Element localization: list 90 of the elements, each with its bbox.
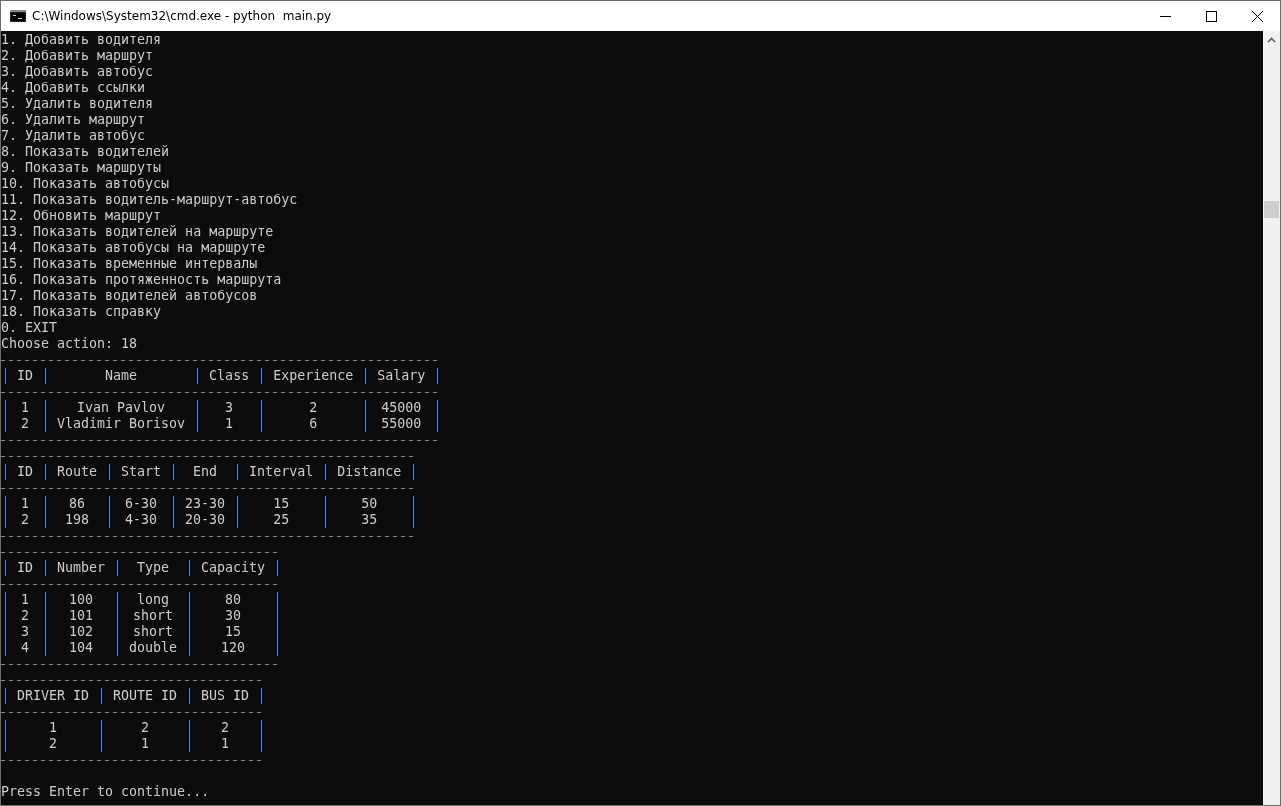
menu-option-text: 15. Показать временные интервалы xyxy=(1,256,258,272)
menu-option-text: 3. Добавить автобус xyxy=(1,64,154,80)
scrollbar[interactable] xyxy=(1263,31,1280,805)
table-cell: double xyxy=(129,640,178,656)
menu-option-text: 8. Показать водителей xyxy=(1,144,170,160)
menu-option-text: 17. Показать водителей автобусов xyxy=(1,288,258,304)
terminal-icon xyxy=(10,10,26,22)
table-cell: 2 xyxy=(309,400,318,416)
table-cell: 198 xyxy=(65,512,90,528)
column-header: End xyxy=(193,464,218,480)
column-header: Distance xyxy=(337,464,402,480)
table-cell: 3 xyxy=(225,400,234,416)
column-header: Salary xyxy=(377,368,426,384)
menu-option-text: 6. Удалить маршрут xyxy=(1,112,146,128)
window-title: C:\Windows\System32\cmd.exe - python main.py xyxy=(32,9,332,23)
table-cell: Ivan Pavlov xyxy=(77,400,166,416)
column-header: ROUTE ID xyxy=(113,688,178,704)
table-cell: long xyxy=(137,592,170,608)
maximize-icon[interactable] xyxy=(1205,10,1217,22)
menu-option-text: 18. Показать справку xyxy=(1,304,162,320)
table-cell: 35 xyxy=(361,512,378,528)
menu-option-text: 16. Показать протяженность маршрута xyxy=(1,272,282,288)
column-header: ID xyxy=(17,464,33,480)
continue-prompt-text: Press Enter to continue... xyxy=(1,784,210,800)
table-cell: 1 xyxy=(21,592,29,608)
table-cell: 2 xyxy=(21,512,29,528)
table-cell: 1 xyxy=(21,400,29,416)
column-header: ID xyxy=(17,560,33,576)
table-cell: 101 xyxy=(69,608,94,624)
close-icon[interactable] xyxy=(1251,10,1263,22)
menu-option-text: 0. EXIT xyxy=(1,320,58,336)
column-header: Start xyxy=(121,464,162,480)
table-cell: 25 xyxy=(273,512,290,528)
column-header: Interval xyxy=(249,464,314,480)
table-cell: 45000 xyxy=(381,400,422,416)
table-cell: 2 xyxy=(141,720,150,736)
table-cell: 2 xyxy=(21,416,29,432)
table-cell: 15 xyxy=(273,496,290,512)
menu-option-text: 14. Показать автобусы на маршруте xyxy=(1,240,266,256)
menu-option-text: 4. Добавить ссылки xyxy=(1,80,146,96)
column-header: BUS ID xyxy=(201,688,250,704)
menu-option-text: 11. Показать водитель-маршрут-автобус xyxy=(1,192,298,208)
table-cell: 2 xyxy=(221,720,230,736)
table-cell: 3 xyxy=(21,624,29,640)
table-cell: short xyxy=(133,608,174,624)
column-header: DRIVER ID xyxy=(17,688,90,704)
table-cell: 15 xyxy=(225,624,242,640)
table-cell: 100 xyxy=(69,592,94,608)
table-cell: 1 xyxy=(225,416,234,432)
column-header: Type xyxy=(137,560,170,576)
menu-option-text: 10. Показать автобусы xyxy=(1,176,170,192)
column-header: Experience xyxy=(273,368,354,384)
column-header: Name xyxy=(105,368,138,384)
menu-option-text: 5. Удалить водителя xyxy=(1,96,154,112)
column-header: Class xyxy=(209,368,250,384)
menu-option-text: 1. Добавить водителя xyxy=(1,32,162,48)
table-cell: 1 xyxy=(49,720,58,736)
table-cell: 55000 xyxy=(381,416,422,432)
menu-option-text: 7. Удалить автобус xyxy=(1,128,146,144)
table-cell: 2 xyxy=(49,736,58,752)
table-cell: 4 xyxy=(21,640,29,656)
scroll-up-icon[interactable] xyxy=(1267,37,1276,43)
column-header: ID xyxy=(17,368,33,384)
column-header: Route xyxy=(57,464,98,480)
column-header: Number xyxy=(57,560,106,576)
menu-option-text: 12. Обновить маршрут xyxy=(1,208,162,224)
table-cell: 23-30 xyxy=(185,496,226,512)
table-cell: 1 xyxy=(221,736,230,752)
table-cell: 30 xyxy=(225,608,242,624)
table-cell: 6-30 xyxy=(125,496,158,512)
table-cell: 104 xyxy=(69,640,94,656)
table-cell: 80 xyxy=(225,592,242,608)
table-cell: 102 xyxy=(69,624,94,640)
table-cell: 6 xyxy=(309,416,318,432)
scroll-thumb[interactable] xyxy=(1264,201,1279,218)
table-cell: 120 xyxy=(221,640,246,656)
prompt-text: Choose action: 18 xyxy=(1,336,138,352)
menu-option-text: 13. Показать водителей на маршруте xyxy=(1,224,274,240)
table-cell: 1 xyxy=(21,496,29,512)
table-cell: 4-30 xyxy=(125,512,158,528)
table-cell: 1 xyxy=(141,736,150,752)
menu-option-text: 2. Добавить маршрут xyxy=(1,48,154,64)
table-cell: 50 xyxy=(361,496,378,512)
table-cell: 20-30 xyxy=(185,512,226,528)
table-cell: 2 xyxy=(21,608,29,624)
table-cell: Vladimir Borisov xyxy=(57,416,186,432)
table-cell: 86 xyxy=(69,496,86,512)
table-cell: short xyxy=(133,624,174,640)
menu-option-text: 9. Показать маршруты xyxy=(1,160,162,176)
column-header: Capacity xyxy=(201,560,266,576)
